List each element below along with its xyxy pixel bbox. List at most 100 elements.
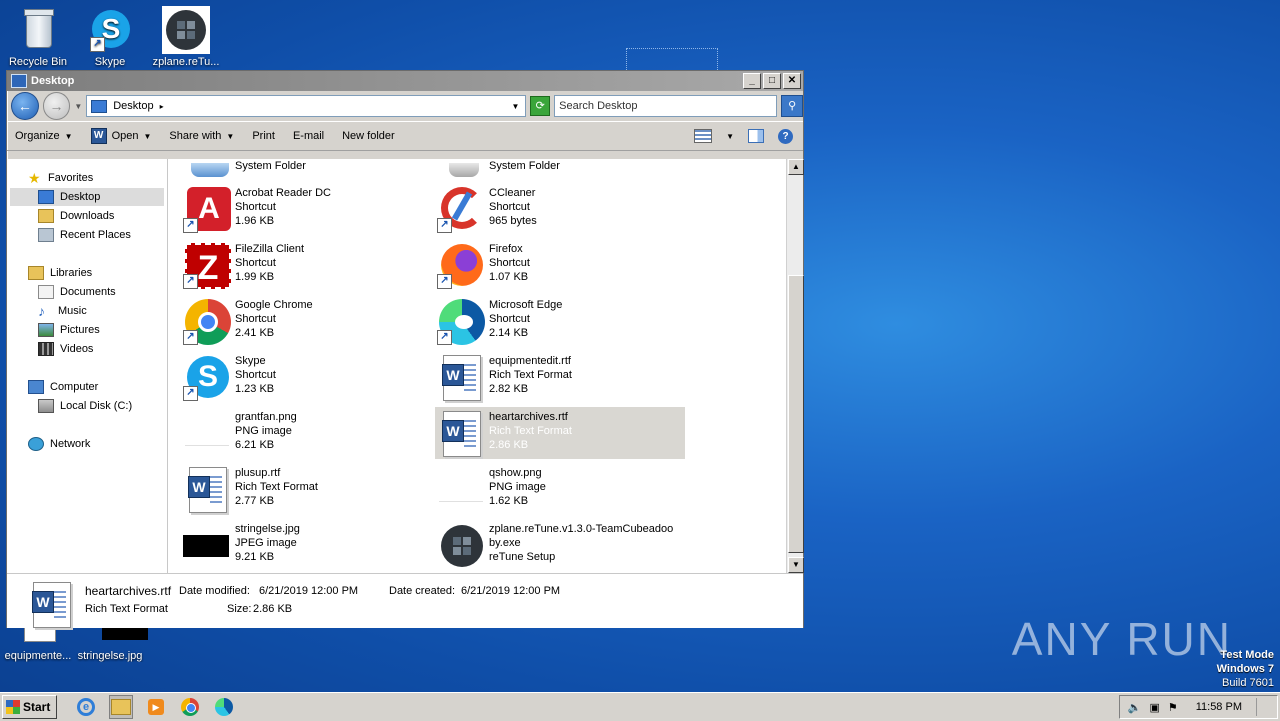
recycle-bin-icon [14,6,62,54]
search-icon[interactable]: ⚲ [781,95,803,117]
forward-button[interactable]: → [42,92,71,120]
videos-icon [38,342,54,356]
action-center-flag-icon[interactable]: ⚑ [1168,701,1178,714]
file-item[interactable]: grantfan.png PNG image 6.21 KB [181,407,431,459]
vertical-scrollbar[interactable]: ▲ ▼ [786,159,804,573]
nav-label: Recent Places [60,229,131,241]
view-options-chevron-icon[interactable]: ▼ [726,132,734,141]
nav-desktop[interactable]: Desktop [10,188,164,206]
back-button[interactable]: ← [11,92,39,120]
system-folder-icon [437,159,485,181]
volume-icon[interactable]: 🔈 [1128,701,1142,714]
ccleaner-icon: ↗ [437,185,485,233]
file-item[interactable]: W equipmentedit.rtf Rich Text Format 2.8… [435,351,685,403]
help-icon[interactable]: ? [778,128,793,144]
computer-icon [28,380,44,394]
recent-pages-dropdown-icon[interactable]: ▼ [74,102,82,111]
file-item-selected[interactable]: W heartarchives.rtf Rich Text Format 2.8… [435,407,685,459]
file-item[interactable]: A ↗ Acrobat Reader DC Shortcut 1.96 KB [181,183,431,235]
close-button[interactable]: ✕ [783,73,801,89]
refresh-button[interactable]: ⟳ [530,96,551,116]
details-created-label: Date created: [389,585,456,597]
desktop-icon-label: equipmente... [4,650,72,662]
file-name: plusup.rtf [235,467,281,479]
file-name: qshow.png [489,467,542,479]
scroll-thumb[interactable] [788,275,804,553]
scroll-up-icon[interactable]: ▲ [788,159,804,175]
nav-favorites[interactable]: ★ Favorites [28,169,93,187]
search-input[interactable]: Search Desktop [554,95,778,117]
file-item[interactable]: stringelse.jpg JPEG image 9.21 KB [181,519,431,571]
file-explorer-icon[interactable] [109,695,133,719]
explorer-window: Desktop _ □ ✕ ← → ▼ Desktop ▸ ▼ ⟳ Search… [6,70,804,628]
file-type: System Folder [489,160,560,172]
start-button[interactable]: Start [2,695,57,719]
network-tray-icon[interactable]: ▣ [1149,701,1159,714]
file-name: Firefox [489,243,523,255]
organize-button[interactable]: Organize ▼ [15,130,73,142]
nav-pictures[interactable]: Pictures [38,321,100,339]
nav-documents[interactable]: Documents [38,283,116,301]
desktop-icon-skype[interactable]: S ↗ Skype [72,6,148,68]
file-type: PNG image [489,481,546,493]
file-name: Acrobat Reader DC [235,187,331,199]
desktop-icon-label: Recycle Bin [8,56,68,68]
address-dropdown-icon[interactable]: ▼ [511,102,519,111]
nav-label: Local Disk (C:) [60,400,133,412]
edge-icon: ↗ [437,297,485,345]
nav-downloads[interactable]: Downloads [38,207,114,225]
nav-libraries[interactable]: Libraries [28,264,92,282]
preview-pane-icon[interactable] [748,129,764,143]
print-button[interactable]: Print [252,130,275,142]
file-item[interactable]: ↗ Microsoft Edge Shortcut 2.14 KB [435,295,685,347]
png-image-icon [437,465,485,513]
print-label: Print [252,130,275,142]
file-item[interactable]: Z ↗ FileZilla Client Shortcut 1.99 KB [181,239,431,291]
desktop-icon-recycle-bin[interactable]: Recycle Bin [0,6,76,68]
details-file-type: Rich Text Format [85,603,168,615]
email-button[interactable]: E-mail [293,130,324,142]
file-item-system-folder[interactable]: System Folder [181,159,431,183]
file-item[interactable]: ↗ CCleaner Shortcut 965 bytes [435,183,685,235]
downloads-icon [38,209,54,223]
breadcrumb-chevron-icon[interactable]: ▸ [160,102,164,111]
file-item[interactable]: S ↗ Skype Shortcut 1.23 KB [181,351,431,403]
nav-music[interactable]: ♪ Music [38,302,87,320]
minimize-button[interactable]: _ [743,73,761,89]
open-button[interactable]: W Open ▼ [90,128,151,144]
file-item-system-folder[interactable]: System Folder [435,159,685,183]
file-item[interactable]: ↗ Google Chrome Shortcut 2.41 KB [181,295,431,347]
scroll-down-icon[interactable]: ▼ [788,557,804,573]
address-bar[interactable]: Desktop ▸ ▼ [86,95,527,117]
change-view-icon[interactable] [694,129,713,143]
file-item[interactable]: zplane.reTune.v1.3.0-TeamCubeadoo by.exe… [435,519,685,571]
title-bar[interactable]: Desktop _ □ ✕ [7,71,803,91]
clock[interactable]: 11:58 PM [1196,701,1242,713]
media-player-icon[interactable]: ▶ [145,696,167,718]
nav-label: Music [58,305,87,317]
start-label: Start [23,700,51,714]
internet-explorer-icon[interactable]: e [75,696,97,718]
file-item[interactable]: W plusup.rtf Rich Text Format 2.77 KB [181,463,431,515]
music-icon: ♪ [38,303,45,319]
chrome-icon[interactable] [179,696,201,718]
desktop-icon-zplane[interactable]: zplane.reTu... [148,6,224,68]
new-folder-button[interactable]: New folder [342,130,395,142]
file-type: Rich Text Format [235,481,318,493]
nav-local-disk[interactable]: Local Disk (C:) [38,397,132,415]
show-desktop-button[interactable] [1256,698,1269,716]
file-type: Shortcut [235,369,276,381]
file-name: FileZilla Client [235,243,305,255]
nav-recent-places[interactable]: Recent Places [38,226,131,244]
file-item[interactable]: ↗ Firefox Shortcut 1.07 KB [435,239,685,291]
file-item[interactable]: qshow.png PNG image 1.62 KB [435,463,685,515]
nav-videos[interactable]: Videos [38,340,93,358]
nav-computer[interactable]: Computer [28,378,98,396]
window-controls: _ □ ✕ [743,73,801,89]
file-size: 2.82 KB [489,383,529,395]
share-with-button[interactable]: Share with ▼ [169,130,234,142]
maximize-button[interactable]: □ [763,73,781,89]
system-tray: 🔈 ▣ ⚑ 11:58 PM [1118,695,1278,719]
edge-icon[interactable] [213,696,235,718]
nav-network[interactable]: Network [28,435,90,453]
